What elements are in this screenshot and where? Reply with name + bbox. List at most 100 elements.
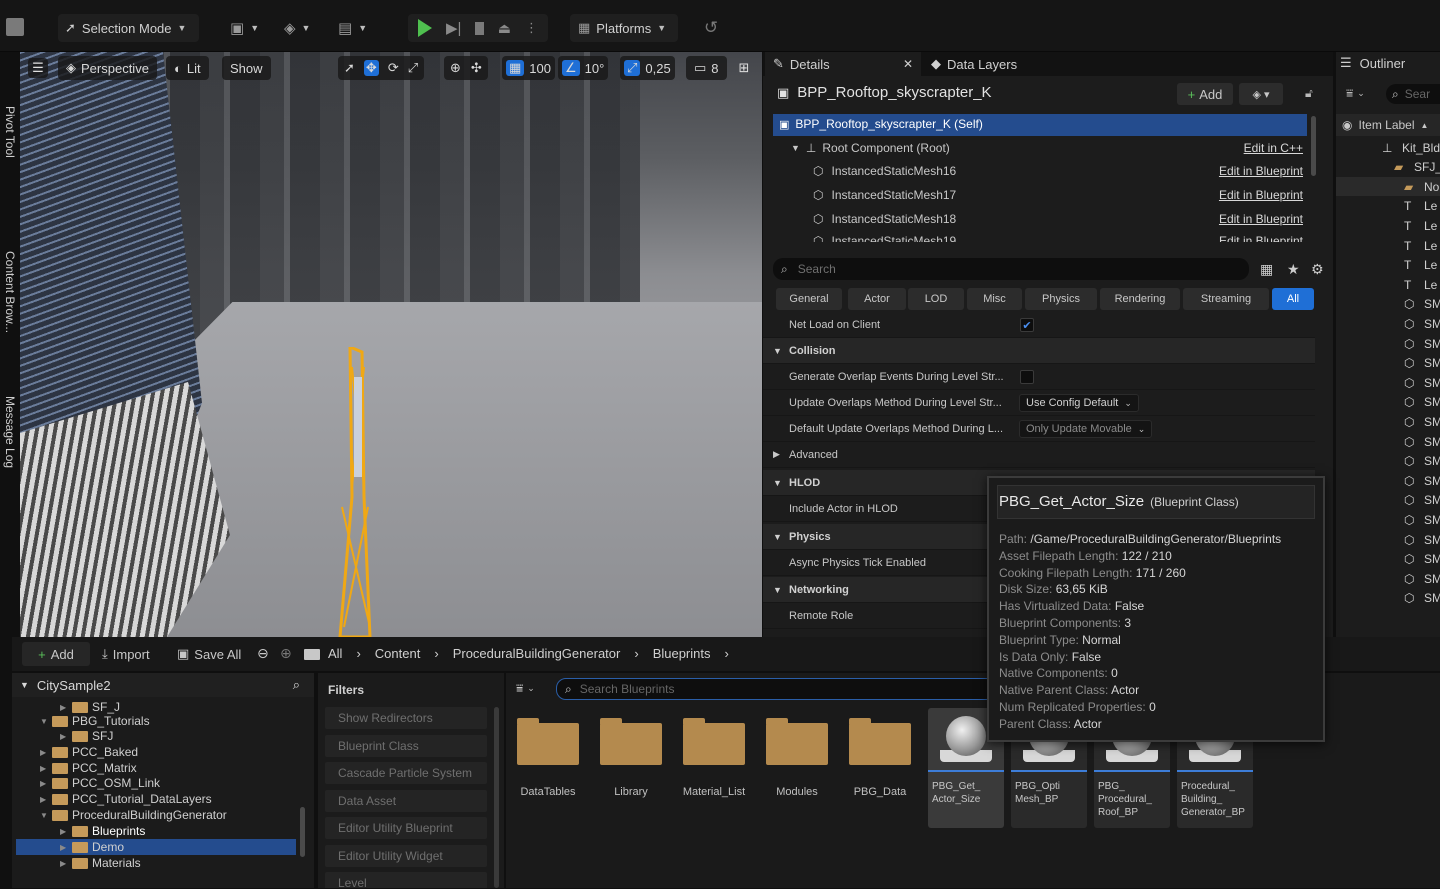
chevron-right-icon[interactable]: ▶ [40,748,48,757]
filter-physics[interactable]: Physics [1025,288,1097,310]
outliner-row[interactable]: T Le [1336,275,1440,294]
outliner-row[interactable]: ⬡ SM [1336,550,1440,569]
chevron-right-icon[interactable]: ▶ [40,795,48,804]
chevron-right-icon[interactable]: ▶ [60,827,68,836]
surface-snap-icon[interactable]: ✣ [471,60,482,76]
search-icon[interactable]: ⌕ [293,677,300,693]
filter-lod[interactable]: LOD [908,288,964,310]
outliner-row[interactable]: ⬡ SM [1336,295,1440,314]
save-icon[interactable] [6,18,24,36]
tree-row[interactable]: ▶ PCC_Tutorial_DataLayers [40,791,212,807]
add-component-button[interactable]: + Add [1177,83,1233,105]
folder-icon[interactable] [849,718,911,765]
edit-in-cpp-link[interactable]: Edit in C++ [1244,141,1303,155]
step-icon[interactable]: ▶| [446,19,461,37]
tree-row[interactable]: ⬡ InstancedStaticMesh17 [813,188,956,202]
edit-in-blueprint-link[interactable]: Edit in Blueprint [1219,234,1303,242]
filter-streaming[interactable]: Streaming [1183,288,1269,310]
rotation-snap-toggle[interactable]: ∠ 10° [558,56,609,80]
breadcrumb-item[interactable]: ProceduralBuildingGenerator [453,646,621,661]
outliner-row[interactable]: ▰ No [1336,177,1440,197]
tab-data-layers[interactable]: ◆ Data Layers [923,52,1025,76]
tree-row[interactable]: ▶ Demo [60,839,124,855]
outliner-row[interactable]: T Le [1336,256,1440,275]
filters-scrollbar[interactable] [494,707,499,888]
outliner-header[interactable]: ◉ Item Label ▲ [1336,114,1440,136]
outliner-row[interactable]: T Le [1336,216,1440,235]
update-overlap-combo[interactable]: Use Config Default ⌄ [1019,394,1139,412]
folder-icon[interactable] [683,718,745,765]
chevron-right-icon[interactable]: ▶ [40,764,48,773]
folder-icon[interactable] [517,718,579,765]
filter-misc[interactable]: Misc [967,288,1022,310]
tree-row[interactable]: ▶ Blueprints [60,823,145,839]
outliner-row[interactable]: ⬡ SM [1336,334,1440,353]
chevron-right-icon[interactable]: ▶ [40,779,48,788]
outliner-search[interactable]: ⌕ Sear [1386,84,1440,104]
filter-item[interactable]: Data Asset [325,789,487,812]
chevron-right-icon[interactable]: ▶ [60,859,68,868]
filter-all[interactable]: All [1272,288,1314,310]
tree-row[interactable]: ⬡ InstancedStaticMesh19 [813,234,956,242]
layout-icon[interactable]: ⊞ [734,58,754,78]
blueprint-options-button[interactable]: ◈ ▾ [1239,83,1283,105]
filter-rendering[interactable]: Rendering [1100,288,1180,310]
more-vertical-icon[interactable]: ⋮ [525,20,538,36]
cinematics-button[interactable]: ▤ ▼ [338,14,367,42]
outliner-row[interactable]: T Le [1336,236,1440,255]
default-overlap-combo[interactable]: Only Update Movable ⌄ [1019,420,1153,438]
show-button[interactable]: Show [222,56,271,80]
filter-item[interactable]: Editor Utility Blueprint [325,817,487,839]
filter-item[interactable]: Blueprint Class [325,734,487,757]
add-actor-button[interactable]: ▣ ▼ [230,14,259,42]
tab-outliner[interactable]: ☰ Outliner [1340,55,1405,71]
outliner-row[interactable]: ⬡ SM [1336,452,1440,471]
level-viewport[interactable]: ☰ ◈ Perspective ◐ Lit Show ➚ ✥ ⟳ ⤢ ⊕ ✣ ▦ 10… [20,52,762,637]
close-icon[interactable]: ✕ [903,57,913,71]
blueprint-button[interactable]: ◈ ▼ [284,14,310,42]
filter-item[interactable]: Level [325,872,487,888]
outliner-row[interactable]: ⬡ SM [1336,373,1440,392]
tree-scrollbar[interactable] [1311,116,1316,176]
chevron-right-icon[interactable]: ▶ [60,843,68,852]
outliner-row[interactable]: ⬡ SM [1336,491,1440,510]
viewport-menu-icon[interactable]: ☰ [28,58,48,78]
outliner-row[interactable]: ▰ SFJ_ [1336,158,1440,177]
filter-actor[interactable]: Actor [848,288,906,310]
outliner-row[interactable]: ⬡ SM [1336,589,1440,608]
breadcrumb-item[interactable]: Blueprints [653,646,711,661]
tree-row[interactable]: ▣ BPP_Rooftop_skyscrapter_K (Self) [779,117,983,131]
outliner-row[interactable]: ⊥ Kit_Bld [1336,138,1440,157]
star-icon[interactable]: ★ [1287,261,1300,278]
table-view-icon[interactable]: ▦ [1260,261,1273,278]
content-browser-tab[interactable]: Content Brow... [0,217,20,367]
chevron-right-icon[interactable]: ▶ [60,732,68,741]
tree-row[interactable]: ▶ Materials [60,855,141,871]
filter-item[interactable]: Cascade Particle System [325,762,487,784]
chevron-down-icon[interactable]: ▼ [40,717,48,726]
edit-in-blueprint-link[interactable]: Edit in Blueprint [1219,188,1303,202]
lit-button[interactable]: ◐ Lit [166,56,209,80]
outliner-row[interactable]: ⬡ SM [1336,432,1440,451]
outliner-row[interactable]: ⬡ SM [1336,314,1440,333]
net-load-checkbox[interactable]: ✔ [1020,318,1034,332]
tree-row[interactable]: ⬡ InstancedStaticMesh16 [813,164,956,178]
tree-row[interactable]: ▼ PBG_Tutorials [40,713,150,729]
tree-row[interactable]: ▶ PCC_Baked [40,744,138,760]
section-advanced[interactable]: ▶ Advanced [763,442,1315,468]
play-icon[interactable] [418,19,432,37]
edit-in-blueprint-link[interactable]: Edit in Blueprint [1219,164,1303,178]
outliner-row[interactable]: ⬡ SM [1336,354,1440,373]
scale-snap-toggle[interactable]: ⤢ 0,25 [620,56,675,80]
import-button[interactable]: ⤓ Import [102,646,150,662]
message-log-tab[interactable]: Message Log [0,372,20,492]
camera-speed-button[interactable]: ▭ 8 [686,56,727,80]
forward-icon[interactable]: ⊕ [280,645,292,662]
outliner-row[interactable]: ⬡ SM [1336,510,1440,529]
selection-mode-dropdown[interactable]: ➚ Selection Mode ▼ [58,14,199,42]
tab-details[interactable]: ✎ Details ✕ [765,52,921,76]
back-icon[interactable]: ⊖ [257,645,269,662]
select-tool-icon[interactable]: ➚ [344,60,355,76]
tree-row[interactable]: ▼ ProceduralBuildingGenerator [40,807,227,823]
scale-tool-icon[interactable]: ⤢ [408,60,418,76]
